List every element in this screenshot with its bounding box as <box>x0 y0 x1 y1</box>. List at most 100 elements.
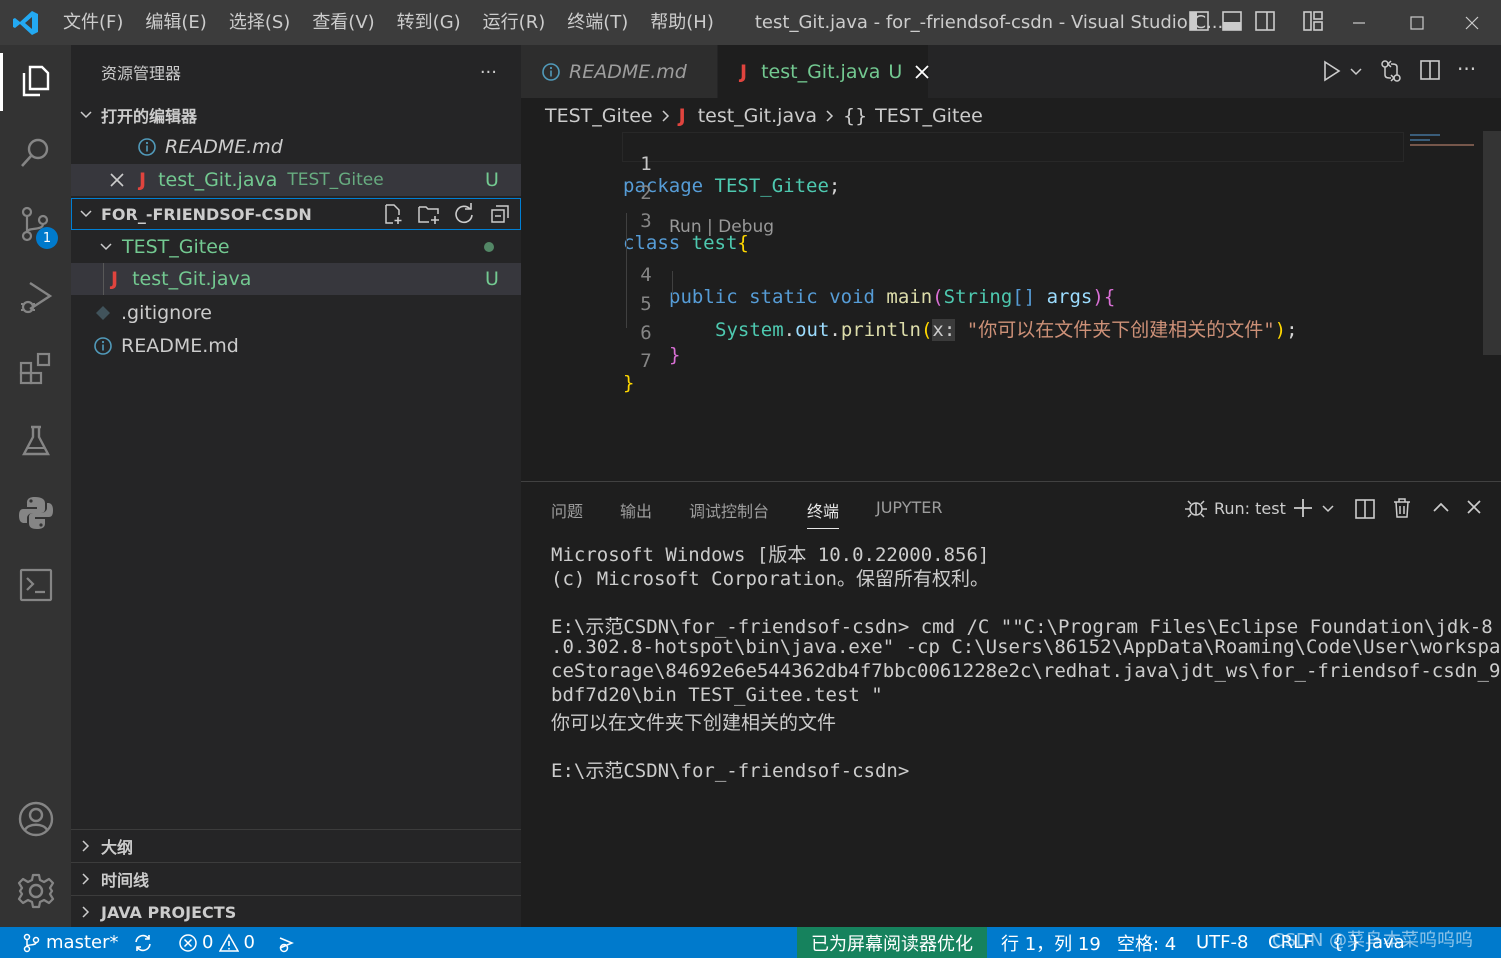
split-editor-icon[interactable] <box>1419 59 1441 81</box>
info-icon <box>137 137 157 157</box>
run-debug-icon[interactable] <box>0 267 71 327</box>
close-panel-icon[interactable] <box>1466 499 1482 515</box>
codelens-run-debug[interactable]: Run | Debug <box>669 217 774 237</box>
explorer-icon[interactable] <box>0 51 71 111</box>
tree-file-readme[interactable]: README.md <box>71 330 521 362</box>
tab-terminal[interactable]: 终端 <box>807 498 840 529</box>
breadcrumb-folder[interactable]: TEST_Gitee <box>545 105 653 127</box>
tab-debug-console[interactable]: 调试控制台 <box>689 498 769 522</box>
encoding-status[interactable]: UTF-8 <box>1196 927 1248 958</box>
search-icon[interactable] <box>0 123 71 183</box>
chevron-right-icon <box>76 839 96 853</box>
tab-jupyter[interactable]: JUPYTER <box>876 498 943 517</box>
breadcrumb-file[interactable]: test_Git.java <box>698 105 817 127</box>
sidebar-more-actions[interactable]: ··· <box>480 62 497 83</box>
inlay-hint: x: <box>932 319 956 341</box>
minimize-button[interactable] <box>1330 0 1388 45</box>
testing-icon[interactable] <box>0 411 71 471</box>
outline-section[interactable]: 大纲 <box>71 829 521 862</box>
terminal-name: Run: test <box>1214 498 1286 518</box>
tab-problems[interactable]: 问题 <box>551 498 583 522</box>
tree-file-test-git[interactable]: J test_Git.java U <box>71 263 521 295</box>
toggle-panel-icon[interactable] <box>1221 10 1245 34</box>
java-projects-section[interactable]: JAVA PROJECTS <box>71 895 521 928</box>
tree-folder-test-gitee[interactable]: TEST_Gitee <box>71 231 521 263</box>
tab-readme-label: README.md <box>569 60 687 83</box>
info-icon <box>541 62 561 82</box>
chevron-right-icon <box>76 905 96 919</box>
tree-file-gitignore[interactable]: .gitignore <box>71 297 521 329</box>
scm-badge: 1 <box>36 227 58 249</box>
editor-more-actions-icon[interactable]: ··· <box>1457 57 1476 81</box>
code-token: out <box>795 319 830 341</box>
line-number: 7 <box>640 350 652 372</box>
sync-icon[interactable] <box>133 927 153 958</box>
cursor-position[interactable]: 行 1，列 19 <box>1001 927 1101 958</box>
open-editors-header[interactable]: 打开的编辑器 <box>71 99 521 131</box>
chevron-down-icon <box>96 240 116 254</box>
python-icon[interactable] <box>0 483 71 543</box>
screen-reader-status[interactable]: 已为屏幕阅读器优化 <box>797 927 987 958</box>
new-terminal-icon[interactable] <box>1293 498 1313 518</box>
menu-help[interactable]: 帮助(H) <box>639 0 725 45</box>
close-icon[interactable] <box>109 172 125 188</box>
timeline-section[interactable]: 时间线 <box>71 862 521 895</box>
close-window-button[interactable] <box>1443 0 1501 45</box>
tree-file-label: .gitignore <box>121 302 212 324</box>
line-number: 4 <box>640 264 652 286</box>
java-projects-label: JAVA PROJECTS <box>101 902 237 922</box>
collapse-all-icon[interactable] <box>489 203 511 225</box>
new-folder-icon[interactable] <box>417 203 441 225</box>
open-editor-test-git[interactable]: J test_Git.java TEST_Gitee U <box>71 164 521 196</box>
menu-edit[interactable]: 编辑(E) <box>134 0 217 45</box>
run-dropdown-chevron-icon[interactable] <box>1349 65 1363 79</box>
customize-layout-icon[interactable] <box>1302 10 1326 34</box>
kill-terminal-icon[interactable] <box>1392 497 1412 519</box>
open-editor-readme[interactable]: README.md <box>71 131 521 163</box>
menu-view[interactable]: 查看(V) <box>301 0 385 45</box>
code-editor[interactable]: 1 package TEST_Gitee; 2 3 class test{ Ru… <box>521 131 1501 394</box>
indent-guide <box>672 271 673 299</box>
bottom-panel: 问题 输出 调试控制台 终端 JUPYTER Run: test Microso… <box>521 481 1501 928</box>
breadcrumb-symbol[interactable]: TEST_Gitee <box>875 105 983 127</box>
line-number: 2 <box>640 182 652 204</box>
window-title: test_Git.java - for_-friendsof-csdn - Vi… <box>754 12 1224 33</box>
close-tab-icon[interactable] <box>914 64 930 80</box>
extensions-icon[interactable] <box>0 339 71 399</box>
chevron-down-icon <box>76 108 96 122</box>
live-share-icon[interactable] <box>276 927 298 958</box>
problems-status[interactable]: 0 0 <box>178 927 255 958</box>
settings-gear-icon[interactable] <box>0 861 71 921</box>
editor-scrollbar[interactable] <box>1483 131 1501 355</box>
code-line-2: 2 <box>521 160 651 204</box>
account-icon[interactable] <box>0 789 71 849</box>
tree-file-label: test_Git.java <box>132 268 252 290</box>
toggle-primary-sidebar-icon[interactable] <box>1188 10 1212 34</box>
menu-terminal[interactable]: 终端(T) <box>556 0 639 45</box>
terminal-dropdown-chevron-icon[interactable] <box>1321 502 1335 516</box>
terminal-icon[interactable] <box>0 555 71 615</box>
maximize-button[interactable] <box>1388 0 1446 45</box>
branch-status[interactable]: master* <box>22 927 118 958</box>
terminal-selector[interactable]: Run: test <box>1184 496 1286 520</box>
source-control-icon[interactable] <box>0 195 71 255</box>
menu-go[interactable]: 转到(G) <box>386 0 472 45</box>
tab-readme[interactable]: README.md <box>521 45 717 98</box>
new-file-icon[interactable] <box>382 203 404 225</box>
tab-output[interactable]: 输出 <box>620 498 652 522</box>
menu-selection[interactable]: 选择(S) <box>218 0 301 45</box>
tab-test-git[interactable]: J test_Git.java U <box>718 45 930 98</box>
menu-run[interactable]: 运行(R) <box>472 0 557 45</box>
minimap[interactable] <box>1410 133 1480 147</box>
compare-changes-icon[interactable] <box>1379 59 1403 83</box>
refresh-icon[interactable] <box>453 203 475 225</box>
tree-indent-guide <box>103 263 104 295</box>
toggle-secondary-sidebar-icon[interactable] <box>1254 10 1278 34</box>
menu-file[interactable]: 文件(F) <box>52 0 134 45</box>
maximize-panel-icon[interactable] <box>1432 500 1450 514</box>
code-line-7: 7 } <box>521 328 652 394</box>
split-terminal-icon[interactable] <box>1354 498 1376 520</box>
workspace-header[interactable]: FOR_-FRIENDSOF-CSDN <box>71 198 521 230</box>
indentation-status[interactable]: 空格: 4 <box>1117 927 1176 958</box>
run-code-icon[interactable] <box>1321 59 1343 83</box>
